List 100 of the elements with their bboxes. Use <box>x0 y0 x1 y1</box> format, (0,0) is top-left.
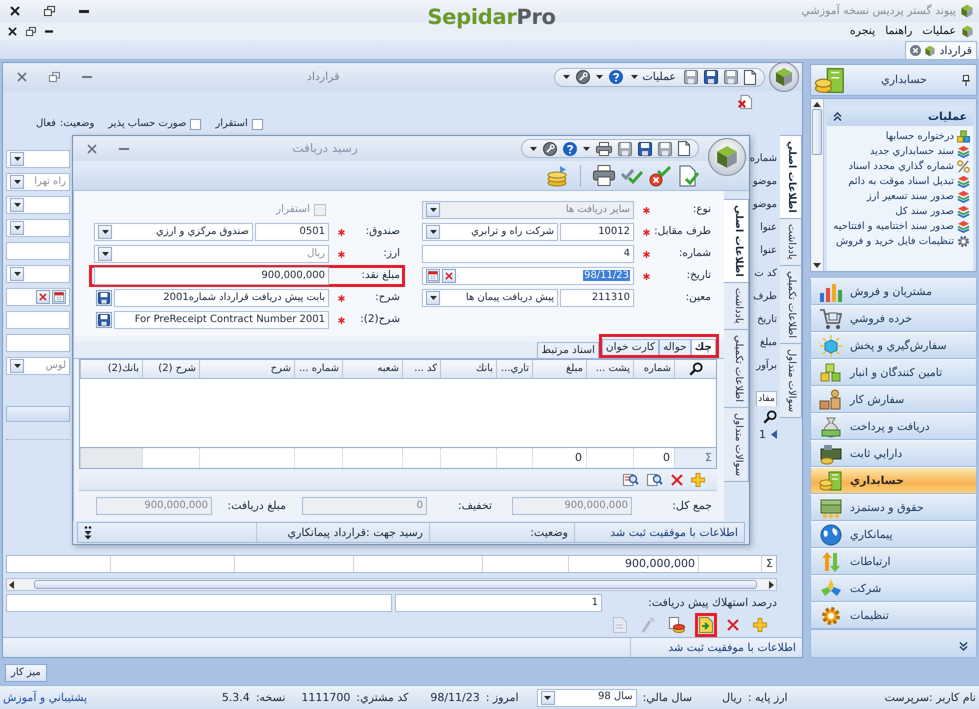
restore-icon[interactable] <box>26 26 36 36</box>
restore-icon[interactable] <box>44 6 55 16</box>
text-field[interactable]: 1 <box>395 594 602 612</box>
code-field[interactable]: 211310 <box>560 289 634 307</box>
module-button[interactable]: مشتريان و فروش <box>810 278 977 305</box>
minimize-icon[interactable] <box>45 30 53 32</box>
column-header[interactable]: شرح <box>199 360 294 378</box>
tab[interactable]: مفاد <box>756 391 777 406</box>
dropdown-button[interactable] <box>98 247 112 261</box>
dropdown-button[interactable] <box>540 690 555 704</box>
scroll-left-icon[interactable] <box>9 580 14 588</box>
task-link[interactable]: تبديل اسناد موقت به دائم <box>827 174 973 189</box>
clear-button[interactable] <box>36 290 50 304</box>
module-button[interactable]: دريافت و پرداخت <box>810 413 977 440</box>
combo-field[interactable]: صندوق مركزي و ارزي <box>94 223 253 241</box>
menu-item[interactable]: پنجره <box>846 24 880 38</box>
document-search-icon[interactable] <box>623 472 639 487</box>
side-tab[interactable]: اطلاعات تكميلي <box>724 328 749 408</box>
printer-icon[interactable] <box>593 165 615 186</box>
minimize-icon[interactable] <box>79 10 89 12</box>
new-document-icon[interactable] <box>744 70 756 84</box>
column-header[interactable]: مبلغ <box>532 360 586 378</box>
checkbox[interactable] <box>190 118 202 130</box>
delete-icon[interactable] <box>671 474 683 486</box>
printer-icon[interactable] <box>596 142 612 156</box>
scroll-up-icon[interactable] <box>813 102 821 107</box>
module-button[interactable]: خرده فروشي <box>810 305 977 332</box>
save-button[interactable] <box>96 312 112 328</box>
module-button[interactable]: پيمانكاري <box>810 521 977 548</box>
dropdown-button[interactable] <box>10 267 24 281</box>
side-tab[interactable]: سوالات متداول <box>724 406 749 482</box>
toolbar-menu-button[interactable]: عمليات <box>629 70 678 84</box>
dropdown-button[interactable] <box>10 152 24 166</box>
cancel-check-icon[interactable] <box>649 164 671 186</box>
text-field[interactable] <box>6 242 70 260</box>
dropdown-button[interactable] <box>10 175 24 189</box>
menu-item[interactable]: راهنما <box>881 24 916 38</box>
calendar-button[interactable] <box>426 269 440 283</box>
module-button[interactable]: حقوق و دستمزد <box>810 494 977 521</box>
dropdown-button[interactable] <box>98 225 112 239</box>
save-icon[interactable] <box>658 142 672 156</box>
wrench-icon[interactable] <box>576 70 590 84</box>
module-button[interactable]: ارتباطات <box>810 548 977 575</box>
text-field[interactable]: For PreReceipt Contract Number 2001 <box>114 311 329 329</box>
grip-icon[interactable] <box>84 526 92 540</box>
caret-icon[interactable] <box>583 146 590 150</box>
save-icon[interactable] <box>684 70 698 84</box>
search-icon[interactable] <box>763 410 777 424</box>
caret-icon[interactable] <box>596 75 604 79</box>
caret-icon[interactable] <box>563 75 570 79</box>
save-icon[interactable] <box>724 70 738 84</box>
close-icon[interactable] <box>8 26 17 36</box>
document-check-icon[interactable] <box>677 164 699 186</box>
task-link[interactable]: صدور سند كل <box>827 204 973 219</box>
date-field[interactable] <box>6 288 70 306</box>
save-button[interactable] <box>96 290 112 306</box>
tab[interactable]: كارت خوان <box>602 339 659 355</box>
module-button[interactable]: سفارش كار <box>810 386 977 413</box>
task-link[interactable]: صدور سند تسعير ارز <box>827 189 973 204</box>
task-link[interactable]: سند حسابداري جديد <box>827 144 973 159</box>
calendar-button[interactable] <box>52 290 66 304</box>
column-header[interactable]: بانك(2) <box>80 360 142 378</box>
combo-field[interactable]: سال 98 <box>536 688 637 706</box>
new-document-icon[interactable] <box>678 141 690 156</box>
task-group-header[interactable]: عمليات <box>827 107 973 126</box>
side-tab[interactable]: يادداشت <box>780 218 802 266</box>
date-field[interactable]: 98/11/23 <box>422 267 634 285</box>
scroll-thumb[interactable] <box>812 109 822 155</box>
search-icon[interactable] <box>688 362 702 376</box>
document-arrow-icon[interactable] <box>699 617 713 633</box>
task-link[interactable]: تنظيمات فايل خريد و فروش <box>827 234 973 249</box>
coins-icon[interactable] <box>546 164 568 186</box>
document-delete-icon[interactable] <box>738 95 752 109</box>
application-button[interactable] <box>769 62 799 92</box>
help-icon[interactable] <box>609 70 624 84</box>
column-header[interactable]: بانك <box>440 360 496 378</box>
text-field[interactable]: بابت پيش دريافت قرارداد شماره2001 <box>114 289 329 307</box>
checkbox[interactable] <box>252 118 263 130</box>
code-field[interactable]: 10012 <box>560 223 634 241</box>
dropdown-button[interactable] <box>10 359 24 373</box>
task-link[interactable]: شماره گذاري مجدد اسناد <box>827 159 973 174</box>
column-header[interactable]: شماره ... <box>294 360 342 378</box>
caret-icon[interactable] <box>530 146 537 150</box>
menu-item[interactable]: عمليات <box>918 24 960 38</box>
column-header[interactable]: تاري... <box>496 360 532 378</box>
task-link[interactable]: درختواره حسابها <box>827 129 973 144</box>
dropdown-button[interactable] <box>10 221 24 235</box>
column-header[interactable]: شرح (2) <box>142 360 199 378</box>
save-icon[interactable] <box>638 142 652 156</box>
scroll-thumb[interactable] <box>34 580 757 589</box>
combo-field[interactable]: شركت راه و ترابري <box>422 223 558 241</box>
combo-field[interactable] <box>6 265 70 283</box>
pin-icon[interactable] <box>962 74 970 86</box>
text-field[interactable] <box>6 594 392 612</box>
column-header[interactable]: كد ... <box>402 360 440 378</box>
dropdown-button[interactable] <box>426 291 440 305</box>
side-tab[interactable]: اطلاعات تكميلي <box>780 264 802 344</box>
help-icon[interactable] <box>563 142 577 156</box>
combo-field[interactable] <box>6 196 70 214</box>
save-icon[interactable] <box>618 142 632 156</box>
